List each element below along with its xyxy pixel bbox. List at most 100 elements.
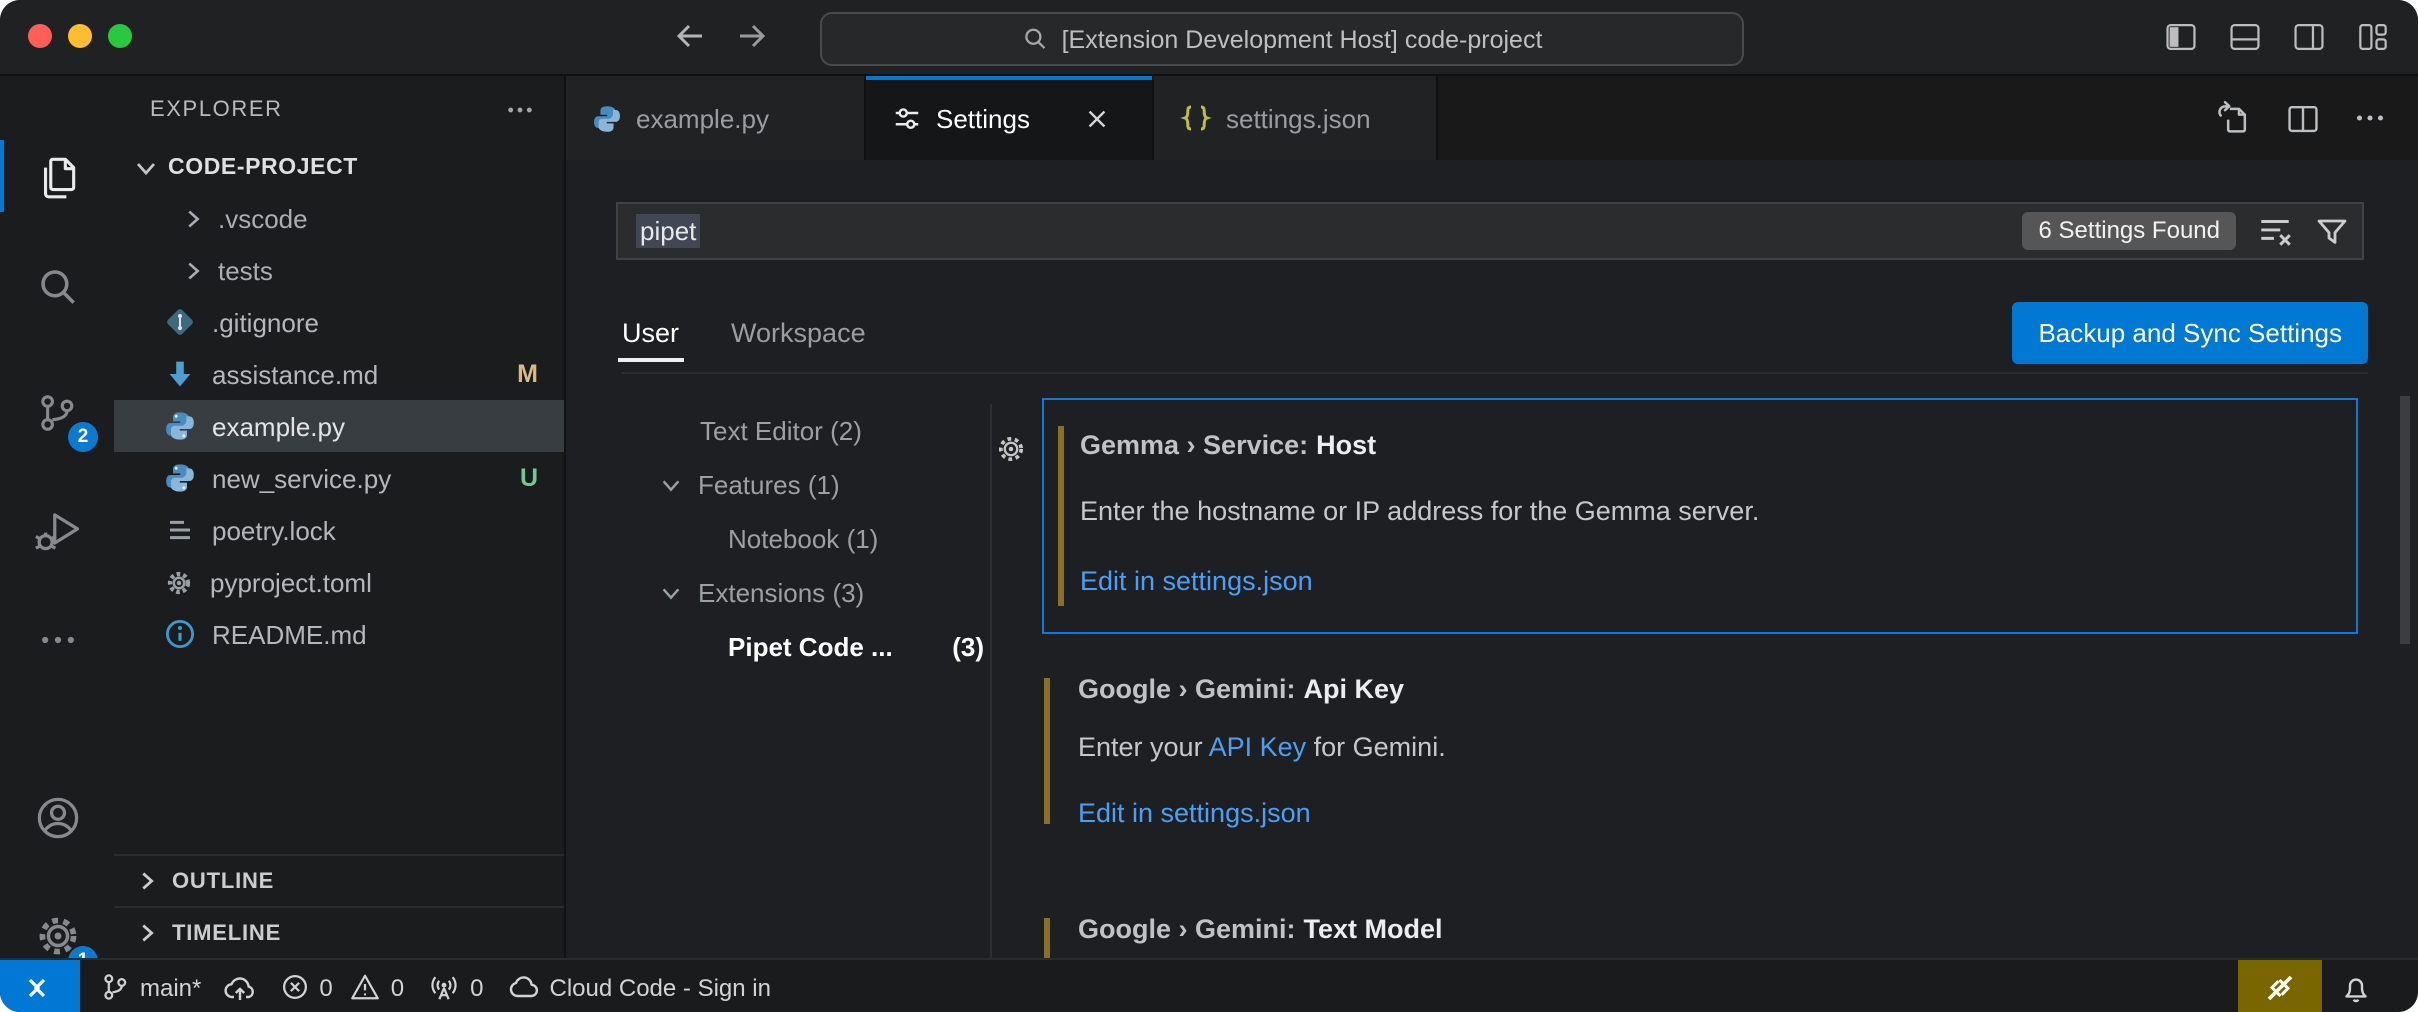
tree-item-example-py[interactable]: example.py: [114, 400, 564, 452]
settings-search-value: pipet: [636, 214, 700, 248]
settings-sliders-icon: [892, 103, 922, 133]
toggle-secondary-sidebar-icon[interactable]: [2290, 18, 2328, 56]
activity-more[interactable]: [0, 600, 114, 680]
settings-scrollbar[interactable]: [2400, 396, 2410, 644]
explorer-title: EXPLORER: [150, 98, 283, 122]
python-icon: [164, 462, 196, 494]
search-icon: [1022, 26, 1048, 52]
ports-item[interactable]: 0: [416, 960, 495, 1012]
tab-settings[interactable]: Settings: [866, 76, 1154, 160]
source-control-badge: 2: [68, 422, 98, 452]
forward-arrow-icon[interactable]: [734, 18, 770, 54]
remote-indicator-icon: [24, 971, 56, 1003]
command-center-search[interactable]: [Extension Development Host] code-projec…: [820, 12, 1744, 66]
tree-root-code-project[interactable]: CODE-PROJECT: [114, 144, 564, 192]
close-window-button[interactable]: [28, 24, 52, 48]
close-tab-icon[interactable]: [1084, 105, 1110, 131]
modified-indicator: [1044, 918, 1050, 958]
toc-notebook[interactable]: Notebook (1): [614, 512, 986, 566]
cloud-icon: [508, 971, 540, 1003]
edit-in-settings-json-link[interactable]: Edit in settings.json: [1080, 566, 2356, 596]
settings-search-input[interactable]: pipet 6 Settings Found: [616, 202, 2364, 260]
notifications-bell-icon[interactable]: [2322, 960, 2390, 1012]
scope-tab-workspace[interactable]: Workspace: [731, 292, 866, 372]
open-settings-json-icon[interactable]: [2214, 98, 2254, 138]
chevron-right-icon: [180, 205, 206, 231]
api-key-link[interactable]: API Key: [1209, 732, 1307, 762]
problems-item[interactable]: 0 0: [267, 960, 416, 1012]
ellipsis-icon: [35, 618, 79, 662]
outline-section-header[interactable]: OUTLINE: [114, 854, 564, 906]
toc-features[interactable]: Features (1): [614, 458, 986, 512]
chevron-down-icon: [614, 472, 698, 498]
settings-list: Gemma › Service:Host Enter the hostname …: [1042, 398, 2362, 958]
explorer-sidebar: EXPLORER CODE-PROJECT .vscode tests .git…: [114, 76, 566, 958]
activity-explorer[interactable]: [0, 136, 114, 216]
publish-changes-icon: [223, 971, 255, 1003]
traffic-lights: [28, 24, 132, 48]
gear-icon: [164, 567, 194, 597]
branch-icon: [100, 972, 130, 1002]
tree-item-gitignore[interactable]: .gitignore: [114, 296, 564, 348]
git-icon: [164, 306, 196, 338]
extension-host-disconnect-icon: [2264, 971, 2296, 1003]
window-title: [Extension Development Host] code-projec…: [1062, 25, 1543, 53]
extension-host-status-item[interactable]: [2238, 960, 2322, 1012]
tab-example-py[interactable]: example.py: [566, 76, 866, 160]
tree-item-vscode[interactable]: .vscode: [114, 192, 564, 244]
git-branch-item[interactable]: main*: [88, 960, 267, 1012]
tab-settings-json[interactable]: settings.json: [1154, 76, 1438, 160]
timeline-section-header[interactable]: TIMELINE: [114, 906, 564, 958]
activity-source-control[interactable]: 2: [0, 372, 114, 452]
activity-bar: 2 1: [0, 76, 114, 958]
tree-item-pyproject-toml[interactable]: pyproject.toml: [114, 556, 564, 608]
chevron-down-icon: [132, 154, 160, 182]
tree-item-poetry-lock[interactable]: poetry.lock: [114, 504, 564, 556]
minimize-window-button[interactable]: [68, 24, 92, 48]
toggle-panel-icon[interactable]: [2226, 18, 2264, 56]
explorer-more-actions-icon[interactable]: [504, 94, 536, 126]
files-icon: [32, 151, 82, 201]
backup-sync-settings-button[interactable]: Backup and Sync Settings: [2012, 301, 2368, 363]
tree-item-new-service-py[interactable]: new_service.py U: [114, 452, 564, 504]
toc-extensions[interactable]: Extensions (3): [614, 566, 986, 620]
settings-editor: pipet 6 Settings Found User Workspace: [566, 160, 2418, 958]
info-icon: [164, 618, 196, 650]
tree-item-readme-md[interactable]: README.md: [114, 608, 564, 660]
toggle-primary-sidebar-icon[interactable]: [2162, 18, 2200, 56]
python-icon: [164, 410, 196, 442]
chevron-right-icon: [134, 920, 160, 946]
setting-gemma-service-host[interactable]: Gemma › Service:Host Enter the hostname …: [1042, 398, 2358, 634]
back-arrow-icon[interactable]: [672, 18, 708, 54]
editor-more-actions-icon[interactable]: [2352, 100, 2388, 136]
customize-layout-icon[interactable]: [2354, 18, 2392, 56]
setting-google-gemini-api-key[interactable]: Google › Gemini:Api Key Enter your API K…: [1042, 674, 2358, 828]
settings-toc: Text Editor (2) Features (1) Notebook (1…: [614, 404, 986, 674]
active-indicator: [0, 140, 4, 212]
git-status-badge: M: [517, 360, 538, 388]
toc-pipet-code[interactable]: Pipet Code ... (3): [614, 620, 986, 674]
setting-gear-icon[interactable]: [994, 428, 1028, 470]
setting-google-gemini-text-model[interactable]: Google › Gemini:Text Model: [1042, 914, 2358, 958]
toc-text-editor[interactable]: Text Editor (2): [614, 404, 986, 458]
remote-indicator[interactable]: [0, 960, 80, 1012]
cloud-code-item[interactable]: Cloud Code - Sign in: [496, 960, 783, 1012]
activity-search[interactable]: [0, 246, 114, 326]
activity-run-debug[interactable]: [0, 490, 114, 570]
activity-accounts[interactable]: [0, 778, 114, 858]
edit-in-settings-json-link[interactable]: Edit in settings.json: [1078, 798, 2358, 828]
modified-indicator: [1044, 678, 1050, 824]
clear-filters-icon[interactable]: [2256, 212, 2294, 250]
zoom-window-button[interactable]: [108, 24, 132, 48]
filter-icon[interactable]: [2314, 213, 2350, 249]
git-status-badge: U: [520, 464, 538, 492]
split-editor-icon[interactable]: [2284, 99, 2322, 137]
vscode-window: [Extension Development Host] code-projec…: [0, 0, 2418, 1012]
chevron-down-icon: [614, 580, 698, 606]
json-braces-icon: [1180, 102, 1212, 134]
scope-tab-user[interactable]: User: [622, 292, 679, 372]
chevron-right-icon: [134, 868, 160, 894]
settings-count-badge: 6 Settings Found: [2023, 212, 2236, 250]
tree-item-assistance-md[interactable]: assistance.md M: [114, 348, 564, 400]
tree-item-tests[interactable]: tests: [114, 244, 564, 296]
